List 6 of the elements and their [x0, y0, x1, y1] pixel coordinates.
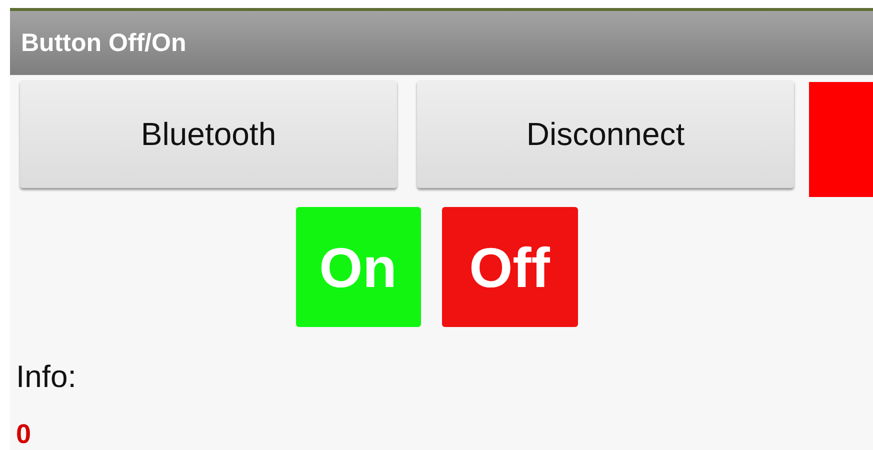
- app-title: Button Off/On: [21, 28, 186, 58]
- toggle-button[interactable]: Off: [442, 207, 578, 327]
- action-button[interactable]: Disconnect: [417, 80, 794, 188]
- action-button[interactable]: Bluetooth: [20, 80, 397, 188]
- info-value: 0: [16, 419, 32, 450]
- info-label: Info:: [16, 359, 78, 395]
